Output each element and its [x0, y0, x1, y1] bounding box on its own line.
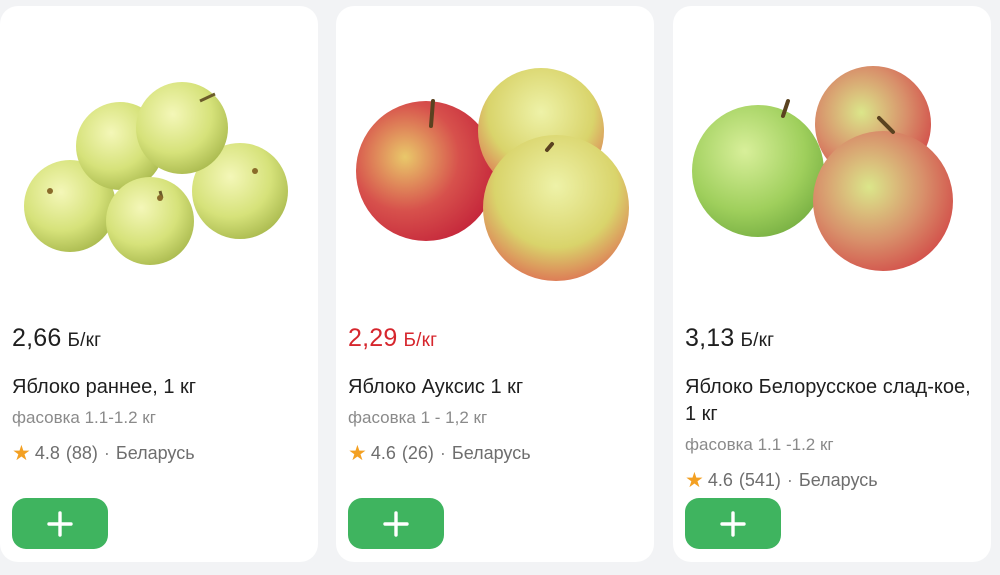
separator-dot: · [786, 470, 793, 490]
product-rating: ★ 4.6 (26) · Беларусь [348, 443, 531, 464]
product-card[interactable]: 2,66 Б/кг Яблоко раннее, 1 кг фасовка 1.1… [0, 6, 318, 562]
rating-count: (26) [401, 443, 434, 463]
add-to-cart-button[interactable] [685, 498, 781, 549]
separator-dot: · [439, 443, 446, 463]
rating-value: 4.8 [34, 443, 60, 463]
add-to-cart-button[interactable] [12, 498, 108, 549]
product-country: Беларусь [115, 443, 195, 463]
price-value: 3,13 [685, 324, 735, 352]
rating-value: 4.6 [370, 443, 396, 463]
price-unit: Б/кг [67, 330, 102, 351]
add-to-cart-button[interactable] [348, 498, 444, 549]
product-image-apples-early[interactable] [10, 46, 308, 286]
product-rating: ★ 4.8 (88) · Беларусь [12, 443, 195, 464]
product-price: 2,29 Б/кг [348, 324, 437, 353]
star-icon: ★ [348, 442, 367, 465]
product-rating: ★ 4.6 (541) · Беларусь [685, 470, 878, 491]
product-price: 3,13 Б/кг [685, 324, 774, 353]
separator-dot: · [103, 443, 110, 463]
rating-count: (88) [65, 443, 98, 463]
product-title[interactable]: Яблоко Ауксис 1 кг [348, 374, 638, 401]
product-image-apples-auxis[interactable] [346, 46, 644, 286]
product-card[interactable]: 2,29 Б/кг Яблоко Ауксис 1 кг фасовка 1 - … [336, 6, 654, 562]
product-price: 2,66 Б/кг [12, 324, 101, 353]
price-value: 2,29 [348, 324, 398, 352]
product-card[interactable]: 3,13 Б/кг Яблоко Белорусское слад-кое, 1 … [673, 6, 991, 562]
product-title[interactable]: Яблоко раннее, 1 кг [12, 374, 302, 401]
rating-count: (541) [738, 470, 781, 490]
rating-value: 4.6 [707, 470, 733, 490]
product-title[interactable]: Яблоко Белорусское слад-кое, 1 кг [685, 374, 971, 428]
product-image-apples-belarusian[interactable] [683, 46, 981, 286]
product-packaging: фасовка 1 - 1,2 кг [348, 408, 488, 427]
star-icon: ★ [685, 469, 704, 492]
product-country: Беларусь [451, 443, 531, 463]
product-grid: 2,66 Б/кг Яблоко раннее, 1 кг фасовка 1.1… [0, 0, 1000, 575]
plus-icon [47, 510, 73, 537]
price-unit: Б/кг [740, 330, 775, 351]
star-icon: ★ [12, 442, 31, 465]
plus-icon [720, 510, 746, 537]
plus-icon [383, 510, 409, 537]
price-value: 2,66 [12, 324, 62, 352]
product-country: Беларусь [798, 470, 878, 490]
price-unit: Б/кг [403, 330, 438, 351]
product-packaging: фасовка 1.1-1.2 кг [12, 408, 156, 427]
product-packaging: фасовка 1.1 -1.2 кг [685, 435, 834, 454]
